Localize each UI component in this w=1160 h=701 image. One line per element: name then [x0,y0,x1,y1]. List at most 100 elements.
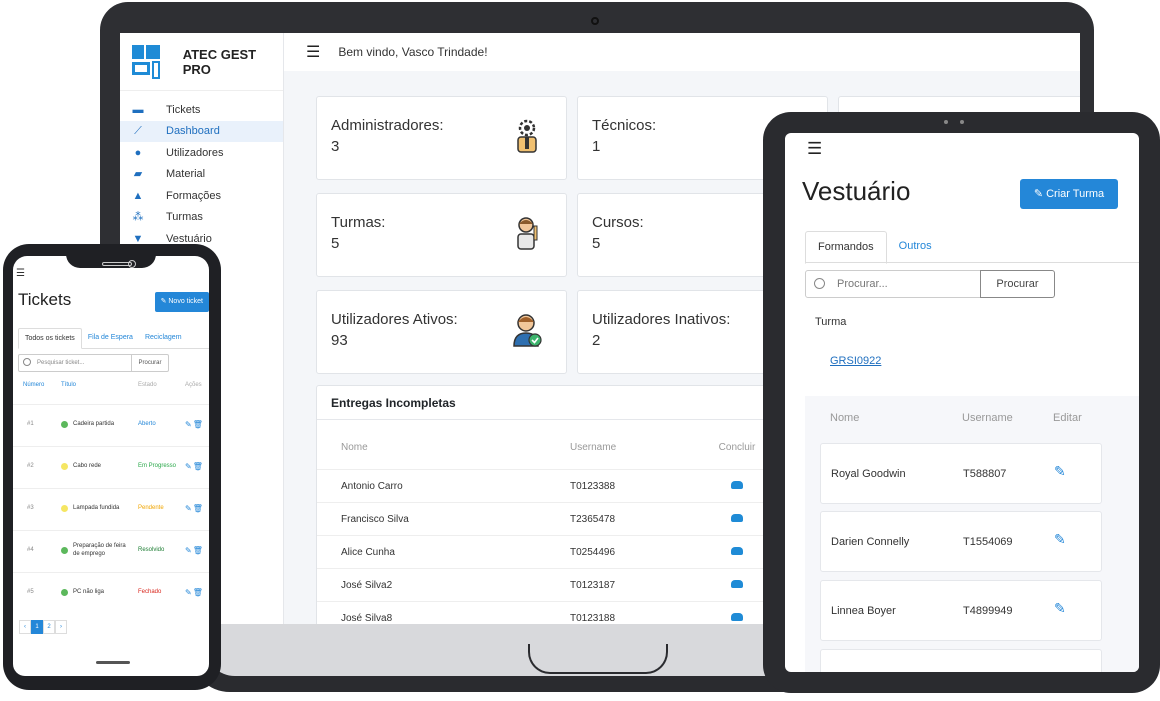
edit-icon[interactable]: ✎ [185,420,193,429]
status-badge: Resolvido [138,547,165,553]
table-row[interactable]: #2 Cabo rede Em Progresso ✎ 🗑 [13,446,209,484]
button-label: Criar Turma [1046,188,1105,200]
tab-fila-espera[interactable]: Fila de Espera [82,328,139,348]
sidebar-item-turmas[interactable]: ⁂ Turmas [120,207,283,229]
table-row: Francisco Silva T2365478 [317,503,775,536]
table-header: Nome Username Concluir [317,426,775,470]
table-row: Antonio Carro T0123388 [317,470,775,503]
new-ticket-button[interactable]: ✎ Novo ticket [154,292,209,312]
trash-icon[interactable]: 🗑 [193,504,204,513]
column-header: Título [61,382,77,388]
welcome-text: Bem vindo, Vasco Trindade! [338,45,488,59]
sidebar-item-material[interactable]: ▰ Material [120,164,283,186]
pagination: ‹ 1 2 › [19,620,67,634]
column-header: Número [23,382,45,388]
status-dot [61,546,68,554]
conclude-icon[interactable] [731,480,743,489]
cell-username: T2365478 [570,513,616,525]
table-row[interactable]: #1 Cadeira partida Aberto ✎ 🗑 [13,404,209,442]
page-1[interactable]: 1 [31,620,43,634]
column-header: Username [962,412,1013,424]
edit-icon[interactable]: ✎ [185,546,193,555]
column-header: Nome [830,412,860,424]
trash-icon[interactable]: 🗑 [193,588,204,597]
column-header: Concluir [718,442,756,453]
brand-name: ATEC GEST PRO [182,46,257,77]
sidebar-item-label: Tickets [166,103,201,116]
conclude-icon[interactable] [731,513,743,522]
sidebar-item-label: Formações [166,189,222,202]
page-next[interactable]: › [55,620,67,634]
cell-name: José Silva2 [341,579,393,591]
sidebar-item-label: Vestuário [166,232,212,245]
sidebar-item-tickets[interactable]: ▬ Tickets [120,99,283,121]
menu-icon[interactable]: ☰ [306,42,320,62]
status-dot [61,462,68,470]
ticket-number: #1 [27,421,34,427]
table-row[interactable]: #5 PC não liga Fechado ✎ 🗑 [13,572,209,610]
conclude-icon[interactable] [731,579,743,588]
cell-name: José Silva8 [341,612,393,624]
status-badge: Em Progresso [138,462,177,469]
page-prev[interactable]: ‹ [19,620,31,634]
conclude-icon[interactable] [731,612,743,621]
formando-username: T588807 [963,468,1007,480]
cell-username: T0254496 [570,546,616,558]
brand[interactable]: ATEC GEST PRO [120,33,283,91]
turma-link[interactable]: GRSI0922 [830,355,881,367]
formando-name: Linnea Boyer [831,605,896,617]
formando-name: Darien Connelly [831,536,910,548]
column-header: Ações [185,382,202,388]
sidebar-item-formacoes[interactable]: ▲ Formações [120,185,283,207]
laptop-camera [591,17,599,25]
sidebar-item-utilizadores[interactable]: ● Utilizadores [120,142,283,164]
phone-screen: ☰ Tickets ✎ Novo ticket Todos os tickets… [13,256,209,676]
top-bar: ☰ Bem vindo, Vasco Trindade! [284,33,1080,71]
trash-icon[interactable]: 🗑 [193,546,204,555]
sidebar-nav: ▬ Tickets ⟋ Dashboard ● Utilizadores ▰ Mater… [120,99,283,250]
column-header: Nome [341,442,368,453]
table-row[interactable]: #3 Lampada fundida Pendente ✎ 🗑 [13,488,209,526]
tab-formandos[interactable]: Formandos [805,231,887,264]
edit-icon[interactable]: ✎ [1054,600,1066,617]
search-input[interactable]: Procurar... [805,270,981,298]
phone-home-indicator [96,661,130,664]
sidebar-item-label: Dashboard [166,125,220,138]
trash-icon[interactable]: 🗑 [193,462,204,471]
search-button[interactable]: Procurar [980,270,1055,298]
edit-icon[interactable]: ✎ [185,588,193,597]
sidebar-item-dashboard[interactable]: ⟋ Dashboard [120,120,283,142]
tab-todos[interactable]: Todos os tickets [18,328,82,349]
cell-name: Antonio Carro [341,480,403,492]
trash-icon[interactable]: 🗑 [193,420,204,429]
ticket-title: PC não liga [73,589,105,595]
status-dot [61,420,68,428]
edit-icon[interactable]: ✎ [1054,531,1066,548]
tab-reciclagem[interactable]: Reciclagem [139,328,188,348]
create-turma-button[interactable]: ✎ Criar Turma [1020,179,1118,209]
button-label: Novo ticket [168,298,203,305]
ticket-title: Lampada fundida [73,505,120,511]
page-2[interactable]: 2 [43,620,55,634]
search-button[interactable]: Procurar [131,354,169,372]
search-input[interactable]: Pesquisar ticket... [18,354,132,372]
edit-icon[interactable]: ✎ [1054,463,1066,480]
edit-icon[interactable]: ✎ [185,504,193,513]
menu-icon[interactable]: ☰ [807,139,822,159]
panel-title: Entregas Incompletas [317,386,775,420]
teacher-icon [517,217,538,250]
search-icon [23,358,31,366]
column-header: Username [570,442,617,453]
ticket-title: Cadeira partida [73,421,115,427]
table-header: Número Título Estado Ações [13,382,209,400]
page-title: Tickets [18,290,72,309]
tab-outros[interactable]: Outros [887,231,944,262]
cell-username: T0123187 [570,579,616,591]
cell-name: Francisco Silva [341,513,409,525]
table-row[interactable]: #4 Preparação de feira de emprego Resolv… [13,530,209,568]
phone-camera [128,260,136,268]
status-badge: Pendente [138,505,164,511]
edit-icon[interactable]: ✎ [185,462,193,471]
conclude-icon[interactable] [731,546,743,555]
menu-icon[interactable]: ☰ [16,268,25,279]
